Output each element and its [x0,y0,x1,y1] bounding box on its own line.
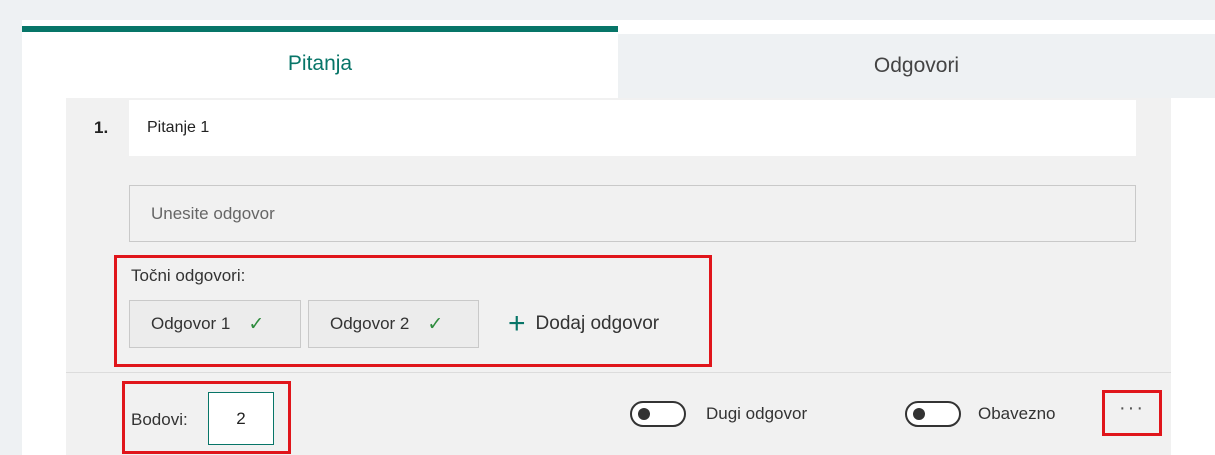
correct-answer-chip-1[interactable]: Odgovor 1 ✓ [129,300,301,348]
top-background [0,0,1215,20]
question-title-text: Pitanje 1 [147,119,210,136]
add-answer-button[interactable]: + Dodaj odgovor [508,305,659,343]
answer-input[interactable]: Unesite odgovor [129,185,1136,242]
required-label: Obavezno [978,404,1056,423]
correct-answers-label: Točni odgovori: [131,266,246,285]
left-background [0,0,22,455]
tab-questions-label: Pitanja [287,52,353,75]
tab-responses-label: Odgovori [873,54,960,77]
plus-icon: + [508,307,526,340]
correct-answer-chip-2[interactable]: Odgovor 2 ✓ [308,300,479,348]
tab-responses[interactable]: Odgovori [618,34,1215,98]
add-answer-label: Dodaj odgovor [535,313,660,334]
answer-placeholder: Unesite odgovor [151,203,275,223]
points-input[interactable]: 2 [208,392,274,445]
points-label: Bodovi: [131,410,188,429]
question-title-field[interactable]: Pitanje 1 [129,100,1136,156]
long-answer-toggle[interactable] [630,401,686,427]
tab-questions[interactable]: Pitanja [22,26,618,96]
checkmark-icon: ✓ [248,313,265,335]
more-options-button[interactable]: ··· [1102,390,1162,436]
correct-answer-chip-label: Odgovor 1 [151,314,231,333]
question-number: 1. [94,118,109,137]
more-options-icon: ··· [1119,396,1145,419]
correct-answer-chip-label: Odgovor 2 [330,314,410,333]
points-value: 2 [236,408,246,428]
long-answer-label: Dugi odgovor [706,404,808,423]
required-toggle[interactable] [905,401,961,427]
checkmark-icon: ✓ [427,313,444,335]
footer-divider [66,372,1171,373]
